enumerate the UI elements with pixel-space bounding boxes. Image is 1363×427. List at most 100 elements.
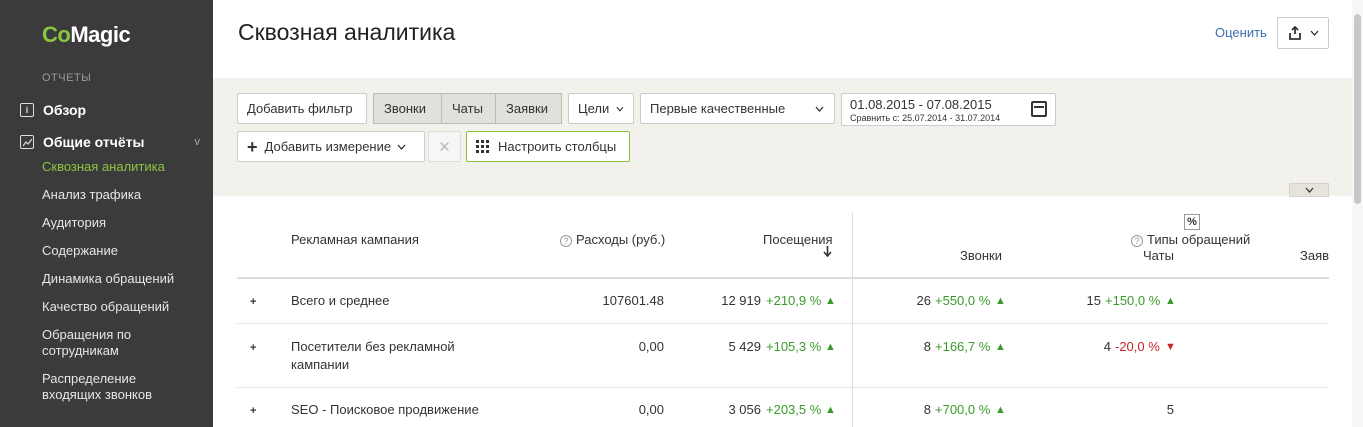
sidebar-item-traffic[interactable]: Анализ трафика [42,187,202,203]
sidebar-item-distribution[interactable]: Распределение входящих звонков [42,371,162,403]
quality-dropdown[interactable]: Первые качественные [640,93,835,124]
expand-row-icon[interactable]: + [250,297,259,308]
section-label: ОТЧЕТЫ [42,72,92,84]
sidebar: CoMagic ОТЧЕТЫ i Обзор Общие отчёты v Ск… [0,0,213,427]
info-icon: i [20,103,34,117]
chevron-down-icon [616,106,624,112]
row-calls: 26 [916,293,931,308]
chevron-down-icon [1310,30,1318,36]
quality-label: Первые качественные [650,101,786,116]
row-calls-delta: +700,0 % [935,402,991,417]
header-request-types[interactable]: ? Типы обращений [1131,232,1250,247]
header-campaign[interactable]: Рекламная кампания [291,232,419,247]
sidebar-item-quality[interactable]: Качество обращений [42,299,202,315]
header-chats[interactable]: Чаты [1143,248,1174,263]
segment-requests[interactable]: Заявки [495,93,562,124]
row-calls-delta: +166,7 % [935,339,991,354]
expand-row-icon[interactable]: + [250,406,259,417]
add-dimension-label: Добавить измерение [264,139,392,154]
row-visits: 3 056 [728,402,761,417]
header-calls[interactable]: Звонки [960,248,1002,263]
add-filter-button[interactable]: Добавить фильтр [237,93,367,124]
nav-overview-label: Обзор [43,102,87,118]
header-visits[interactable]: Посещения [763,232,833,247]
row-campaign: Посетители без рекламной кампании [291,339,455,372]
row-calls: 8 [923,339,931,354]
compare-range: Сравнить с: 25.07.2014 - 31.07.2014 [850,113,1001,123]
scrollbar-thumb[interactable] [1354,14,1361,204]
help-icon[interactable]: ? [1131,234,1143,247]
logo[interactable]: CoMagic [42,22,131,48]
nav-general-reports-label: Общие отчёты [43,134,145,150]
row-campaign: Всего и среднее [291,293,390,308]
header-expenses[interactable]: ? Расходы (руб.) [560,232,665,247]
chart-icon [20,135,34,149]
nav-general-reports[interactable]: Общие отчёты v [20,131,200,153]
goals-label: Цели [578,101,610,116]
chevron-down-icon [397,144,406,150]
segment-chats[interactable]: Чаты [441,93,496,124]
chevron-down-icon [815,106,824,112]
export-button[interactable] [1277,17,1329,49]
sidebar-item-content[interactable]: Содержание [42,243,202,259]
row-chats-delta: -20,0 % [1115,339,1160,354]
rate-link[interactable]: Оценить [1215,25,1267,40]
help-icon[interactable]: ? [560,234,572,247]
trend-up-icon: ▲ [1165,295,1176,307]
header-visits-label: Посещения [763,232,833,247]
trend-up-icon: ▲ [995,341,1006,353]
trend-up-icon: ▲ [825,295,836,307]
close-icon: ✕ [438,138,451,156]
date-range-picker[interactable]: 01.08.2015 - 07.08.2015 Сравнить с: 25.0… [841,93,1056,126]
trend-down-icon: ▼ [1165,341,1176,353]
row-visits-delta: +203,5 % [766,402,822,417]
nav-overview[interactable]: i Обзор [20,99,200,121]
configure-columns-button[interactable]: Настроить столбцы [466,131,630,162]
row-visits: 5 429 [728,339,761,354]
date-range: 01.08.2015 - 07.08.2015 [850,97,992,112]
chevron-down-icon: v [194,136,201,148]
logo-co: Co [42,22,71,47]
row-expenses: 0,00 [638,339,664,354]
row-visits: 12 919 [721,293,761,308]
sidebar-item-audience[interactable]: Аудитория [42,215,202,231]
header-expenses-label: Расходы (руб.) [576,232,666,247]
sidebar-item-end-to-end[interactable]: Сквозная аналитика [42,159,202,175]
header-request-types-label: Типы обращений [1147,232,1251,247]
row-expenses: 0,00 [638,402,664,417]
logo-magic: Magic [70,22,131,47]
row-expenses: 107601.48 [602,293,664,308]
row-chats: 4 [1103,339,1111,354]
segment-calls[interactable]: Звонки [373,93,442,124]
export-icon [1288,26,1301,40]
row-chats: 5 [1166,402,1174,417]
chevron-down-icon [1305,187,1313,193]
plus-icon: + [247,136,258,157]
header-requests[interactable]: Заяв [1300,248,1329,263]
trend-up-icon: ▲ [995,404,1006,416]
page-scrollbar[interactable] [1352,0,1363,427]
row-calls: 8 [923,402,931,417]
calendar-icon [1031,101,1047,117]
trend-up-icon: ▲ [825,404,836,416]
trend-up-icon: ▲ [825,341,836,353]
page-title: Сквозная аналитика [238,19,456,45]
row-visits-delta: +105,3 % [766,339,822,354]
row-chats-delta: +150,0 % [1105,293,1161,308]
row-calls-delta: +550,0 % [935,293,991,308]
percent-toggle[interactable]: % [1184,214,1200,230]
row-visits-delta: +210,9 % [766,293,822,308]
configure-columns-label: Настроить столбцы [498,139,617,154]
sort-desc-icon[interactable] [823,246,832,260]
remove-dimension-button[interactable]: ✕ [428,131,461,162]
add-dimension-button[interactable]: + Добавить измерение [237,131,425,162]
sidebar-item-employees[interactable]: Обращения по сотрудникам [42,327,152,359]
sidebar-item-dynamics[interactable]: Динамика обращений [42,271,202,287]
columns-icon [476,140,489,153]
row-chats: 15 [1086,293,1101,308]
trend-up-icon: ▲ [995,295,1006,307]
row-campaign: SEO - Поисковое продвижение [291,402,479,417]
goals-dropdown[interactable]: Цели [568,93,634,124]
expand-row-icon[interactable]: + [250,343,259,354]
collapse-filters-toggle[interactable] [1289,183,1329,197]
